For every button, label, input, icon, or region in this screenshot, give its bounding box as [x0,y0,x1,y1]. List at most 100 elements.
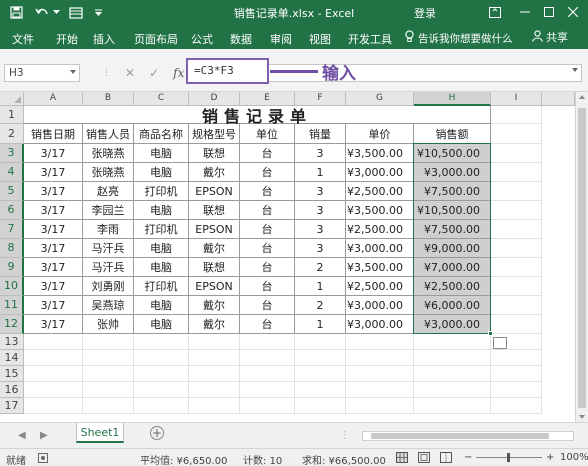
data-cell-d7[interactable]: EPSON [189,220,240,239]
data-cell-g8[interactable]: ¥3,000.00 [346,239,414,258]
data-cell-e6[interactable]: 台 [240,201,295,220]
data-cell-a3[interactable]: 3/17 [24,144,83,163]
cell-h13[interactable] [414,334,491,350]
cell-i10[interactable] [491,277,542,296]
data-cell-d3[interactable]: 联想 [189,144,240,163]
row-header-14[interactable]: 14 [0,350,24,366]
cell-i9[interactable] [491,258,542,277]
name-box[interactable]: H3 [4,64,80,82]
cell-a17[interactable] [24,398,83,414]
cell-i11[interactable] [491,296,542,315]
cell-g14[interactable] [346,350,414,366]
data-cell-h4[interactable]: ¥3,000.00 [414,163,491,182]
data-cell-b11[interactable]: 吴燕琼 [83,296,134,315]
cell-g17[interactable] [346,398,414,414]
data-cell-g4[interactable]: ¥3,000.00 [346,163,414,182]
share-button[interactable]: 共享 [532,29,568,45]
data-cell-e4[interactable]: 台 [240,163,295,182]
column-header-b[interactable]: B [83,92,134,106]
chevron-down-icon[interactable] [52,3,60,23]
data-cell-c6[interactable]: 电脑 [134,201,189,220]
cell-c17[interactable] [134,398,189,414]
tab-data[interactable]: 数据 [230,31,252,47]
data-cell-h10[interactable]: ¥2,500.00 [414,277,491,296]
data-cell-a9[interactable]: 3/17 [24,258,83,277]
cell-f15[interactable] [295,366,346,382]
data-cell-e5[interactable]: 台 [240,182,295,201]
row-header-17[interactable]: 17 [0,398,24,414]
cell-b15[interactable] [83,366,134,382]
vertical-scroll-thumb[interactable] [578,108,586,408]
data-cell-c7[interactable]: 打印机 [134,220,189,239]
data-cell-g7[interactable]: ¥2,500.00 [346,220,414,239]
row-header-9[interactable]: 9 [0,258,24,277]
cell-d15[interactable] [189,366,240,382]
data-cell-c8[interactable]: 电脑 [134,239,189,258]
cell-f17[interactable] [295,398,346,414]
form-icon[interactable] [66,3,86,23]
zoom-in-icon[interactable]: + [546,452,554,463]
data-cell-a11[interactable]: 3/17 [24,296,83,315]
data-cell-f5[interactable]: 3 [295,182,346,201]
data-cell-a8[interactable]: 3/17 [24,239,83,258]
data-cell-b9[interactable]: 马汗兵 [83,258,134,277]
data-cell-d11[interactable]: 戴尔 [189,296,240,315]
data-cell-f7[interactable]: 3 [295,220,346,239]
row-header-10[interactable]: 10 [0,277,24,296]
data-cell-d9[interactable]: 联想 [189,258,240,277]
data-cell-g6[interactable]: ¥3,500.00 [346,201,414,220]
scroll-down-icon[interactable] [579,415,585,419]
row-header-4[interactable]: 4 [0,163,24,182]
header-cell-c[interactable]: 商品名称 [134,124,189,144]
close-icon[interactable] [562,2,584,22]
undo-icon[interactable] [32,3,52,23]
cell-b14[interactable] [83,350,134,366]
sign-in-link[interactable]: 登录 [414,5,436,21]
data-cell-f8[interactable]: 3 [295,239,346,258]
tab-review[interactable]: 审阅 [270,31,292,47]
cancel-icon[interactable]: ✕ [125,66,135,80]
data-cell-c11[interactable]: 电脑 [134,296,189,315]
cell-c14[interactable] [134,350,189,366]
cell-e16[interactable] [240,382,295,398]
cell-f16[interactable] [295,382,346,398]
header-cell-e[interactable]: 单位 [240,124,295,144]
tab-insert[interactable]: 插入 [93,31,115,47]
cell-h16[interactable] [414,382,491,398]
cell-c13[interactable] [134,334,189,350]
tab-developer[interactable]: 开发工具 [348,31,392,47]
cell-g13[interactable] [346,334,414,350]
zoom-out-icon[interactable]: − [464,452,472,463]
cell-i15[interactable] [491,366,542,382]
cell-d13[interactable] [189,334,240,350]
data-cell-a6[interactable]: 3/17 [24,201,83,220]
cell-a16[interactable] [24,382,83,398]
data-cell-b7[interactable]: 李雨 [83,220,134,239]
cell-a13[interactable] [24,334,83,350]
fill-handle[interactable] [488,331,493,336]
customize-quick-access-icon[interactable] [92,3,104,23]
data-cell-e10[interactable]: 台 [240,277,295,296]
tab-formulas[interactable]: 公式 [191,31,213,47]
row-header-1[interactable]: 1 [0,106,24,124]
data-cell-h7[interactable]: ¥7,500.00 [414,220,491,239]
cell-i8[interactable] [491,239,542,258]
cell-h14[interactable] [414,350,491,366]
data-cell-f11[interactable]: 2 [295,296,346,315]
expand-formula-bar-icon[interactable] [572,68,578,72]
record-macro-icon[interactable] [38,453,48,466]
data-cell-d5[interactable]: EPSON [189,182,240,201]
vertical-scrollbar[interactable] [575,92,588,422]
data-cell-e11[interactable]: 台 [240,296,295,315]
data-cell-g5[interactable]: ¥2,500.00 [346,182,414,201]
cell-i3[interactable] [491,144,542,163]
cell-i2[interactable] [491,124,542,144]
data-cell-b5[interactable]: 赵亮 [83,182,134,201]
cell-h15[interactable] [414,366,491,382]
cell-e14[interactable] [240,350,295,366]
normal-view-icon[interactable] [396,452,408,466]
table-title[interactable]: 销售记录单 [24,106,491,126]
cell-d14[interactable] [189,350,240,366]
data-cell-c5[interactable]: 打印机 [134,182,189,201]
header-cell-d[interactable]: 规格型号 [189,124,240,144]
